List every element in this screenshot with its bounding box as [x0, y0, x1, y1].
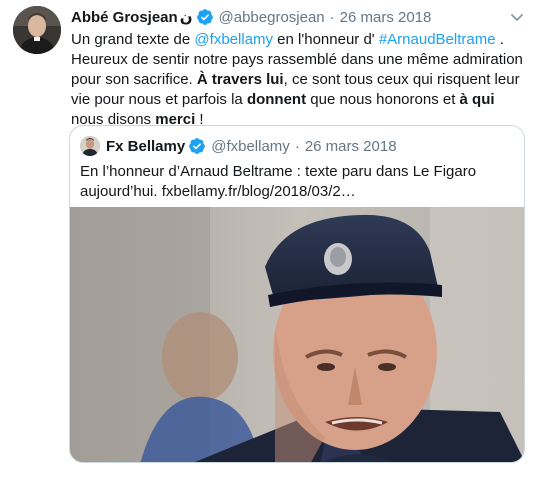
author-avatar[interactable] — [13, 6, 61, 54]
bold-text: donnent — [246, 91, 307, 108]
quoted-tweet[interactable]: Fx Bellamy @fxbellamy · 26 mars 2018 En … — [69, 125, 525, 463]
text-part: Un grand texte de — [71, 31, 195, 48]
author-handle[interactable]: @abbegrosjean — [219, 9, 325, 26]
verified-badge-icon — [196, 8, 214, 26]
author-display-name[interactable]: Abbé Grosjean — [71, 9, 178, 26]
quoted-tweet-text: En l’honneur d’Arnaud Beltrame : texte p… — [80, 163, 477, 200]
quoted-tweet-date: 26 mars 2018 — [304, 137, 397, 155]
quoted-tweet-header: Fx Bellamy @fxbellamy · 26 mars 2018 — [80, 136, 397, 156]
tweet-text: Un grand texte de @fxbellamy en l'honneu… — [71, 30, 527, 130]
chevron-down-icon[interactable] — [509, 9, 525, 25]
separator-dot: · — [294, 137, 300, 155]
hashtag-link[interactable]: #ArnaudBeltrame — [379, 31, 496, 48]
verified-badge-icon — [188, 137, 206, 155]
quoted-tweet-photo[interactable] — [70, 207, 524, 462]
bold-text: à qui — [459, 91, 495, 108]
quoted-author-display-name: Fx Bellamy — [106, 137, 186, 155]
text-part: que nous honorons et — [306, 91, 460, 108]
tweet-date[interactable]: 26 mars 2018 — [340, 9, 432, 26]
tweet[interactable]: Abbé Grosjean ن @abbegrosjean · 26 mars … — [0, 0, 538, 477]
separator-dot: · — [329, 8, 335, 26]
quoted-author-avatar — [80, 136, 100, 156]
quoted-author-handle: @fxbellamy — [211, 137, 290, 155]
tweet-header: Abbé Grosjean ن @abbegrosjean · 26 mars … — [71, 6, 527, 28]
bold-text: À travers lui — [196, 71, 284, 88]
text-part: en l'honneur d' — [273, 31, 379, 48]
mention-link[interactable]: @fxbellamy — [194, 31, 273, 48]
author-name-symbol: ن — [179, 9, 193, 26]
